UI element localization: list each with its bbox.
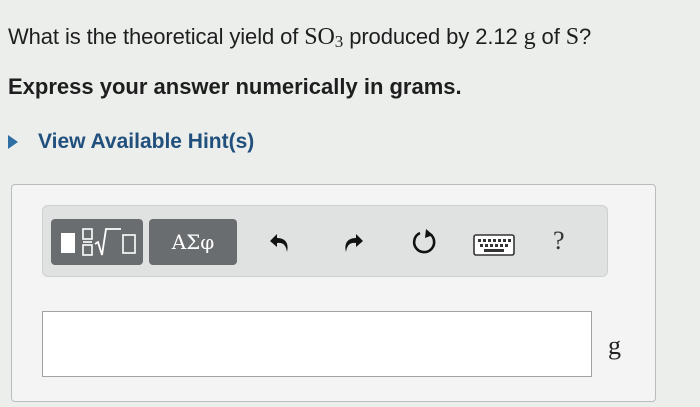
answer-input[interactable]	[42, 311, 592, 377]
redo-arrow-icon[interactable]	[339, 230, 365, 256]
view-hints-link[interactable]: View Available Hint(s)	[8, 130, 254, 154]
instruction-text: Express your answer numerically in grams…	[8, 74, 462, 99]
answer-unit: g	[608, 331, 621, 360]
math-toolbar: ΑΣφ ?	[42, 205, 608, 277]
compound-subscript: 3	[334, 32, 344, 51]
view-hints-label: View Available Hint(s)	[38, 130, 255, 153]
answer-panel: ΑΣφ ? g	[11, 184, 656, 402]
mass-unit: g	[523, 24, 536, 50]
undo-arrow-icon[interactable]	[268, 230, 294, 256]
reset-icon[interactable]	[411, 228, 439, 256]
question-prefix: What is the theoretical yield of	[8, 24, 305, 49]
question-text: What is the theoretical yield of SO3 pro…	[8, 24, 591, 51]
templates-sqrt-icon	[82, 228, 136, 256]
compound-base: SO	[304, 24, 335, 50]
element-symbol: S	[565, 24, 579, 50]
help-button[interactable]: ?	[553, 226, 565, 256]
templates-block-icon	[61, 233, 75, 253]
keyboard-icon[interactable]	[473, 234, 515, 256]
greek-symbols-button[interactable]: ΑΣφ	[149, 219, 237, 265]
question-of: of	[535, 24, 566, 49]
templates-button[interactable]	[51, 219, 143, 265]
expand-triangle-icon	[8, 135, 18, 149]
question-suffix: ?	[578, 24, 592, 49]
compound-formula: SO3	[304, 24, 343, 50]
question-middle: produced by 2.12	[343, 24, 524, 49]
